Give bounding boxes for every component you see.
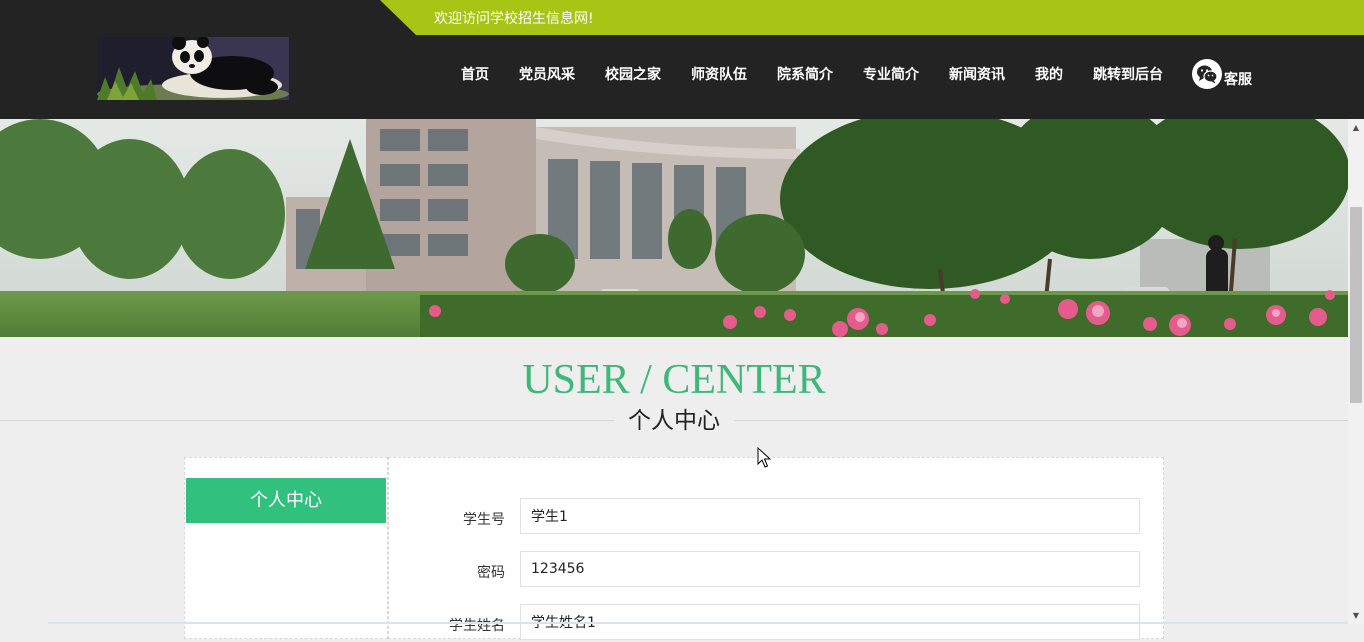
form-row-student-id: 学生号 [389,498,1163,536]
site-header: 欢迎访问学校招生信息网! 首页 党员风采 校园之家 师资队伍 院系简介 专业简介… [0,0,1364,119]
mouse-cursor-icon [757,447,771,468]
nav-item-party-members[interactable]: 党员风采 [519,64,575,84]
welcome-text: 欢迎访问学校招生信息网! [434,11,594,27]
nav-item-admin[interactable]: 跳转到后台 [1093,64,1163,84]
triangle-up-icon[interactable]: ▲ [1348,119,1364,136]
nav-item-faculty[interactable]: 师资队伍 [691,64,747,84]
nav-item-home[interactable]: 首页 [461,64,489,84]
sidebar-item-user-center[interactable]: 个人中心 [186,478,386,523]
page-scrollbar[interactable]: ▲ ▼ [1348,119,1364,624]
student-id-input[interactable] [520,498,1140,534]
triangle-down-icon[interactable]: ▼ [1348,607,1364,624]
main-nav: 首页 党员风采 校园之家 师资队伍 院系简介 专业简介 新闻资讯 我的 跳转到后… [0,64,1364,86]
nav-item-campus[interactable]: 校园之家 [605,64,661,84]
scrollbar-thumb[interactable] [1350,207,1362,403]
nav-item-mine[interactable]: 我的 [1035,64,1063,84]
section-title-en: USER / CENTER [522,357,826,403]
wechat-icon [1192,59,1222,89]
user-info-form: 学生号 密码 学生姓名 [388,457,1164,640]
nav-item-majors[interactable]: 专业简介 [863,64,919,84]
user-sidebar: 个人中心 [184,457,388,639]
password-input[interactable] [520,551,1140,587]
password-label: 密码 [477,565,505,581]
campus-banner-image [0,119,1348,337]
customer-service-link[interactable]: 客服 [1192,58,1252,90]
student-id-label: 学生号 [463,512,505,528]
section-title-cn: 个人中心 [614,404,734,438]
form-row-password: 密码 [389,551,1163,589]
nav-item-departments[interactable]: 院系简介 [777,64,833,84]
student-name-label: 学生姓名 [449,618,505,634]
nav-item-news[interactable]: 新闻资讯 [949,64,1005,84]
welcome-bar: 欢迎访问学校招生信息网! [380,0,1364,35]
customer-service-label: 客服 [1224,72,1252,88]
